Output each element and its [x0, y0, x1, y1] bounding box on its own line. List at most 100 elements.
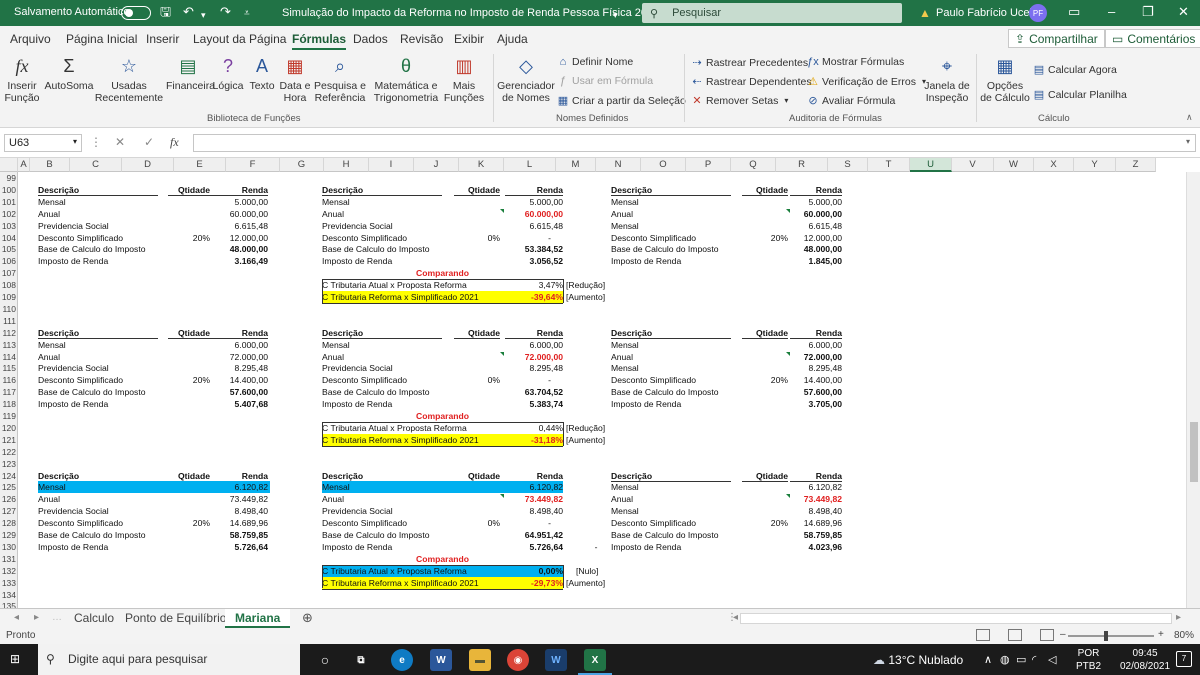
comments-button[interactable]: ▭ Comentários: [1105, 29, 1200, 48]
clock[interactable]: 09:45 02/08/2021: [1120, 647, 1170, 673]
language-indicator[interactable]: POR PTB2: [1076, 647, 1101, 673]
value-desconto-pct[interactable]: 20%: [742, 232, 788, 244]
create-from-selection-button[interactable]: ▦ Criar a partir da Seleção: [556, 94, 686, 108]
label-desconto[interactable]: Desconto Simplificado: [38, 517, 158, 529]
column-header-n[interactable]: N: [596, 158, 641, 172]
label-anual[interactable]: Anual: [611, 208, 731, 220]
label-previdencia[interactable]: Previdencia Social: [322, 505, 442, 517]
value-mensal[interactable]: 6.000,00: [210, 339, 268, 351]
sheet-more-icon[interactable]: …: [52, 612, 62, 623]
header-descricao[interactable]: Descrição: [322, 184, 442, 196]
row-header[interactable]: 117: [0, 386, 18, 399]
value-mensal[interactable]: 8.498,40: [790, 505, 842, 517]
zoom-out-icon[interactable]: –: [1060, 629, 1066, 640]
tray-expand-icon[interactable]: ∧: [984, 653, 992, 666]
value-anual[interactable]: 72.000,00: [210, 351, 268, 363]
page-break-icon[interactable]: [1040, 629, 1054, 641]
restore-icon[interactable]: ❐: [1142, 5, 1154, 19]
value-desconto[interactable]: 14.689,96: [790, 517, 842, 529]
autosave-toggle[interactable]: [121, 6, 151, 20]
header-renda[interactable]: Renda: [505, 327, 563, 339]
label-anual[interactable]: Anual: [322, 208, 442, 220]
value-mensal[interactable]: 6.000,00: [505, 339, 563, 351]
header-qtidade[interactable]: Qtidade: [742, 327, 788, 339]
column-header-c[interactable]: C: [70, 158, 122, 172]
value-desconto[interactable]: 12.000,00: [210, 232, 268, 244]
header-renda[interactable]: Renda: [790, 470, 842, 482]
column-header-i[interactable]: I: [369, 158, 414, 172]
header-renda[interactable]: Renda: [210, 470, 268, 482]
calc-now-button[interactable]: ▤ Calcular Agora: [1032, 63, 1117, 77]
row-header[interactable]: 133: [0, 576, 18, 589]
chevron-down-icon[interactable]: ▾: [73, 137, 77, 146]
value-base[interactable]: 57.600,00: [790, 386, 842, 398]
label-base[interactable]: Base de Calculo do Imposto: [38, 386, 178, 398]
label-comparando[interactable]: Comparando: [322, 267, 563, 279]
add-sheet-icon[interactable]: ⊕: [302, 610, 313, 626]
value-desconto[interactable]: 14.400,00: [210, 374, 268, 386]
header-renda[interactable]: Renda: [790, 184, 842, 196]
column-header-p[interactable]: P: [686, 158, 731, 172]
value-anual[interactable]: 60.000,00: [210, 208, 268, 220]
label-desconto[interactable]: Desconto Simplificado: [38, 232, 158, 244]
column-header-v[interactable]: V: [952, 158, 994, 172]
label-desconto[interactable]: Desconto Simplificado: [611, 232, 731, 244]
user-name[interactable]: Paulo Fabrício Ucelli: [936, 7, 1037, 19]
task-view-icon[interactable]: ⧉: [350, 649, 372, 671]
windows-start-icon[interactable]: ⊞: [10, 652, 20, 666]
sheet-tab-ponto-equilibrio[interactable]: Ponto de Equilíbrio: [115, 609, 236, 628]
sheet-prev-icon[interactable]: ◂: [14, 612, 19, 623]
math-button[interactable]: θ Matemática e Trigonometria: [370, 54, 442, 104]
column-header-q[interactable]: Q: [731, 158, 776, 172]
page-layout-icon[interactable]: [1008, 629, 1022, 641]
value-anual[interactable]: 60.000,00: [790, 208, 842, 220]
value-mensal[interactable]: 6.120,82: [790, 481, 842, 493]
label-mensal[interactable]: Mensal: [38, 481, 158, 493]
value-comparison-reforma-simplificado[interactable]: -31,18%: [505, 434, 563, 446]
fx-icon[interactable]: fx: [170, 135, 179, 150]
label-mensal[interactable]: Mensal: [38, 339, 158, 351]
word-icon[interactable]: W: [430, 649, 452, 671]
column-header-k[interactable]: K: [459, 158, 504, 172]
vertical-scrollbar[interactable]: [1186, 172, 1200, 608]
column-header-j[interactable]: J: [414, 158, 459, 172]
header-qtidade[interactable]: Qtidade: [742, 184, 788, 196]
value-anual[interactable]: 73.449,82: [505, 493, 563, 505]
label-imposto[interactable]: Imposto de Renda: [322, 255, 442, 267]
value-imposto[interactable]: 5.726,64: [505, 541, 563, 553]
save-icon[interactable]: 🖫: [160, 5, 171, 19]
value-base[interactable]: 48.000,00: [210, 243, 268, 255]
tab-revisao[interactable]: Revisão: [400, 32, 443, 46]
worksheet-grid[interactable]: A B C D E F G H I J K L M N O P Q R S T U V W X Y Z 99 100 101 102 103…: [0, 158, 1200, 608]
header-descricao[interactable]: Descrição: [611, 184, 731, 196]
insert-function-button[interactable]: fx Inserir Função: [4, 54, 40, 104]
row-header[interactable]: 102: [0, 207, 18, 220]
header-renda[interactable]: Renda: [210, 327, 268, 339]
label-comparison-reforma-simplificado[interactable]: C Tributaria Reforma x Simplificado 2021: [322, 434, 502, 446]
minimize-icon[interactable]: –: [1108, 5, 1115, 19]
row-header[interactable]: 128: [0, 517, 18, 530]
logical-button[interactable]: ? Lógica: [212, 54, 244, 92]
value-imposto[interactable]: 3.056,52: [505, 255, 563, 267]
search-box[interactable]: ⚲ Pesquisar: [642, 3, 902, 23]
column-header-l[interactable]: L: [504, 158, 556, 172]
note-comparison-reforma-simplificado[interactable]: [Aumento]: [566, 434, 616, 446]
row-header[interactable]: 103: [0, 219, 18, 232]
close-icon[interactable]: ✕: [1178, 5, 1189, 19]
row-header[interactable]: 118: [0, 398, 18, 411]
note-comparison-atual-reforma[interactable]: [Redução]: [566, 422, 616, 434]
label-desconto[interactable]: Desconto Simplificado: [322, 232, 442, 244]
value-previdencia[interactable]: 8.498,40: [210, 505, 268, 517]
horizontal-scrollbar[interactable]: [740, 613, 1172, 624]
enter-icon[interactable]: ✓: [144, 135, 154, 149]
header-qtidade[interactable]: Qtidade: [168, 470, 210, 482]
scroll-left-icon[interactable]: ◂: [733, 612, 738, 623]
row-header[interactable]: 114: [0, 350, 18, 363]
label-previdencia[interactable]: Previdencia Social: [322, 362, 442, 374]
error-indicator-icon[interactable]: [500, 351, 504, 356]
weather[interactable]: ☁ 13°C Nublado: [873, 653, 963, 667]
column-header-e[interactable]: E: [174, 158, 226, 172]
value-base[interactable]: 53.384,52: [505, 243, 563, 255]
tab-arquivo[interactable]: Arquivo: [10, 32, 51, 46]
error-indicator-icon[interactable]: [500, 208, 504, 213]
